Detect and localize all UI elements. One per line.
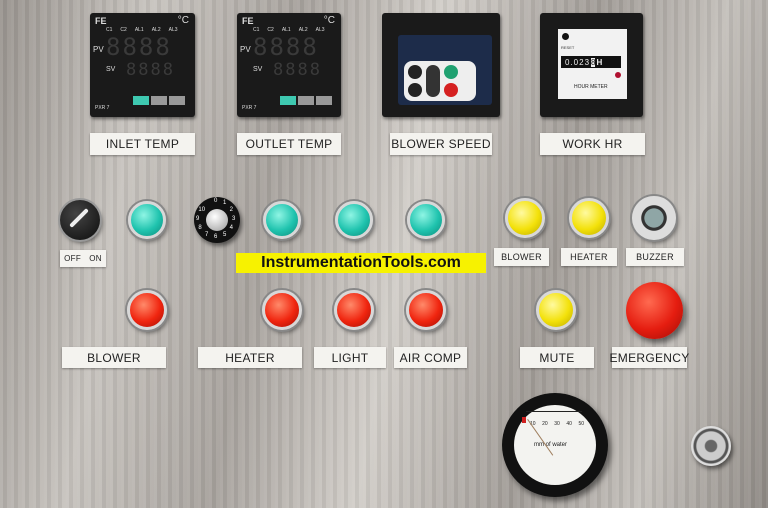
hour-fraction: 8: [591, 57, 596, 67]
dial-mark: 9: [196, 216, 200, 222]
green-pilot-lamp: [335, 201, 373, 239]
sv-display: 8888: [126, 60, 175, 80]
hour-meter-caption: HOUR METER: [574, 84, 608, 90]
outlet-temp-label: OUTLET TEMP: [237, 133, 341, 155]
switch-pointer: [69, 208, 89, 228]
controller-key[interactable]: [133, 96, 149, 105]
pv-display: 8888: [106, 33, 172, 61]
air-comp-push-button[interactable]: [406, 290, 446, 330]
drive-key[interactable]: [408, 65, 422, 79]
off-label: OFF: [64, 254, 82, 263]
gauge-tick-label: 20: [542, 421, 548, 427]
hour-meter-face: RESET 0.023 8 H HOUR METER: [558, 29, 627, 99]
drive-keypad: [398, 35, 492, 105]
gauge-scale: [526, 411, 582, 419]
emergency-stop-button[interactable]: [626, 282, 683, 339]
light-push-button[interactable]: [334, 290, 374, 330]
dial-mark: 4: [229, 225, 233, 231]
control-panel: FE °C C1 C2 AL1 AL2 AL3 PV 8888 SV 8888 PXR …: [0, 0, 768, 508]
hour-reading: 0.023: [565, 57, 591, 67]
light-label: LIGHT: [314, 347, 386, 368]
gauge-set-pointer: [522, 417, 526, 423]
dial-mark: 5: [223, 231, 227, 238]
sv-display: 8888: [273, 60, 322, 80]
buzzer-label: BUZZER: [626, 248, 684, 266]
unit-label: °C: [323, 15, 335, 26]
pv-display: 8888: [253, 33, 319, 61]
sv-label: SV: [253, 66, 263, 73]
dial-mark: 7: [205, 231, 209, 238]
stop-key[interactable]: [444, 83, 458, 97]
run-key[interactable]: [444, 65, 458, 79]
controller-key[interactable]: [151, 96, 167, 105]
dial-mark: 2: [229, 207, 233, 213]
hour-unit: H: [596, 57, 603, 67]
inlet-temp-controller: FE °C C1 C2 AL1 AL2 AL3 PV 8888 SV 8888 PXR …: [90, 13, 195, 117]
dial-cap: [206, 209, 228, 231]
indicator-dot: [615, 72, 621, 78]
reset-button[interactable]: [562, 33, 569, 40]
buzzer: [632, 196, 676, 240]
blower-yellow-lamp: [505, 198, 545, 238]
controller-key[interactable]: [298, 96, 314, 105]
air-comp-label: AIR COMP: [394, 347, 467, 368]
drive-key[interactable]: [408, 83, 422, 97]
unit-label: °C: [177, 15, 189, 26]
mute-label: MUTE: [520, 347, 594, 368]
emergency-label: EMERGENCY: [609, 347, 689, 368]
pressure-gauge: 10 20 30 40 50 mm of water: [502, 393, 608, 497]
gauge-tick-label: 50: [578, 421, 584, 427]
inlet-temp-label: INLET TEMP: [90, 133, 195, 155]
outlet-temp-controller: FE °C C1 C2 AL1 AL2 AL3 PV 8888 SV 8888 PXR …: [237, 13, 341, 117]
dial-mark: 6: [214, 234, 218, 240]
mute-push-button[interactable]: [536, 290, 576, 330]
dial-mark: 8: [198, 225, 202, 231]
sv-label: SV: [106, 66, 116, 73]
drive-arrow-keys[interactable]: [426, 65, 440, 97]
dial-mark: 3: [232, 216, 236, 222]
pv-label: PV: [93, 45, 104, 54]
model-label: PXR 7: [95, 105, 110, 111]
controller-key[interactable]: [169, 96, 185, 105]
blower-selector-switch[interactable]: [60, 200, 100, 240]
green-pilot-lamp: [128, 201, 166, 239]
heater-indicator-label: HEATER: [561, 248, 617, 266]
brand-logo: FE: [95, 16, 107, 26]
green-pilot-lamp: [263, 201, 301, 239]
reset-label: RESET: [561, 45, 575, 50]
blower-indicator-label: BLOWER: [494, 248, 549, 266]
heater-push-button[interactable]: [262, 290, 302, 330]
gauge-tick-label: 40: [566, 421, 572, 427]
watermark-banner: InstrumentationTools.com: [236, 253, 486, 273]
gauge-tick-label: 30: [554, 421, 560, 427]
gauge-face: 10 20 30 40 50 mm of water: [514, 405, 596, 485]
controller-key[interactable]: [280, 96, 296, 105]
hour-meter: RESET 0.023 8 H HOUR METER: [540, 13, 643, 117]
controller-key[interactable]: [316, 96, 332, 105]
key-lock[interactable]: [691, 426, 731, 466]
heater-yellow-lamp: [569, 198, 609, 238]
model-label: PXR 7: [242, 105, 257, 111]
dial-mark: 10: [198, 207, 206, 213]
on-label: ON: [89, 254, 102, 263]
pv-label: PV: [240, 45, 251, 54]
gauge-unit: mm of water: [534, 442, 568, 448]
heater-label: HEATER: [198, 347, 302, 368]
blower-label: BLOWER: [62, 347, 166, 368]
gauge-ticks: 10 20 30 40 50: [530, 421, 584, 427]
green-pilot-lamp: [407, 201, 445, 239]
hour-counter: 0.023 8 H: [561, 56, 621, 68]
heater-dial-knob[interactable]: 0 1 2 3 4 5 6 7 8 9 10: [194, 197, 240, 243]
dial-mark: 0: [214, 198, 218, 204]
off-on-label: OFF ON: [60, 250, 106, 267]
blower-push-button[interactable]: [127, 290, 167, 330]
brand-logo: FE: [242, 16, 254, 26]
blower-speed-drive: [382, 13, 500, 117]
blower-speed-label: BLOWER SPEED: [390, 133, 492, 155]
work-hr-label: WORK HR: [540, 133, 645, 155]
dial-mark: 1: [223, 200, 227, 207]
